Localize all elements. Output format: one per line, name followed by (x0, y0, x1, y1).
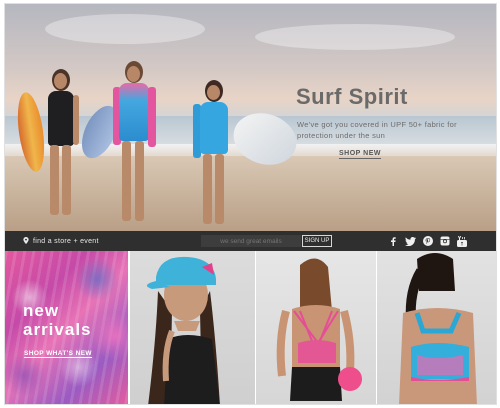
shop-new-link[interactable]: SHOP NEW (339, 150, 381, 159)
promo-heading: new arrivals (23, 301, 92, 339)
location-pin-icon (23, 237, 29, 244)
twitter-icon[interactable] (404, 235, 416, 247)
find-store-link[interactable]: find a store + event (23, 237, 99, 245)
shop-whats-new-link[interactable]: SHOP WHAT'S NEW (24, 350, 92, 358)
product-photo-cap[interactable] (130, 251, 255, 404)
page: Surf Spirit We've got you covered in UPF… (4, 3, 497, 405)
instagram-icon[interactable] (439, 235, 451, 247)
facebook-icon[interactable] (387, 235, 399, 247)
promo-heading-line2: arrivals (23, 320, 92, 339)
signup-button[interactable]: SIGN UP (302, 235, 332, 247)
product-photo-sports-bra[interactable] (377, 251, 496, 404)
sky-cloud (255, 24, 455, 50)
girl-from-back-image (276, 258, 362, 401)
promo-heading-line1: new (23, 301, 60, 320)
utility-bar: find a store + event SIGN UP (5, 231, 496, 251)
pinterest-icon[interactable] (422, 235, 434, 247)
find-store-label: find a store + event (33, 238, 99, 245)
girl-sports-bra-image (399, 253, 477, 404)
hero-banner[interactable]: Surf Spirit We've got you covered in UPF… (5, 4, 496, 231)
girl-black-swimsuit (45, 69, 85, 229)
product-strip: new arrivals SHOP WHAT'S NEW (5, 251, 496, 404)
girl-pink-rashguard (113, 61, 161, 231)
girl-with-cap-image (146, 256, 220, 404)
youtube-icon[interactable] (456, 235, 468, 247)
hero-title: Surf Spirit (296, 84, 408, 109)
product-photo-back[interactable] (256, 251, 376, 404)
girl-blue-rashguard (193, 80, 237, 230)
hero-subtitle: We've got you covered in UPF 50+ fabric … (297, 120, 457, 140)
new-arrivals-promo[interactable]: new arrivals SHOP WHAT'S NEW (5, 251, 128, 404)
sky-cloud (45, 14, 205, 44)
email-input[interactable] (201, 235, 301, 247)
